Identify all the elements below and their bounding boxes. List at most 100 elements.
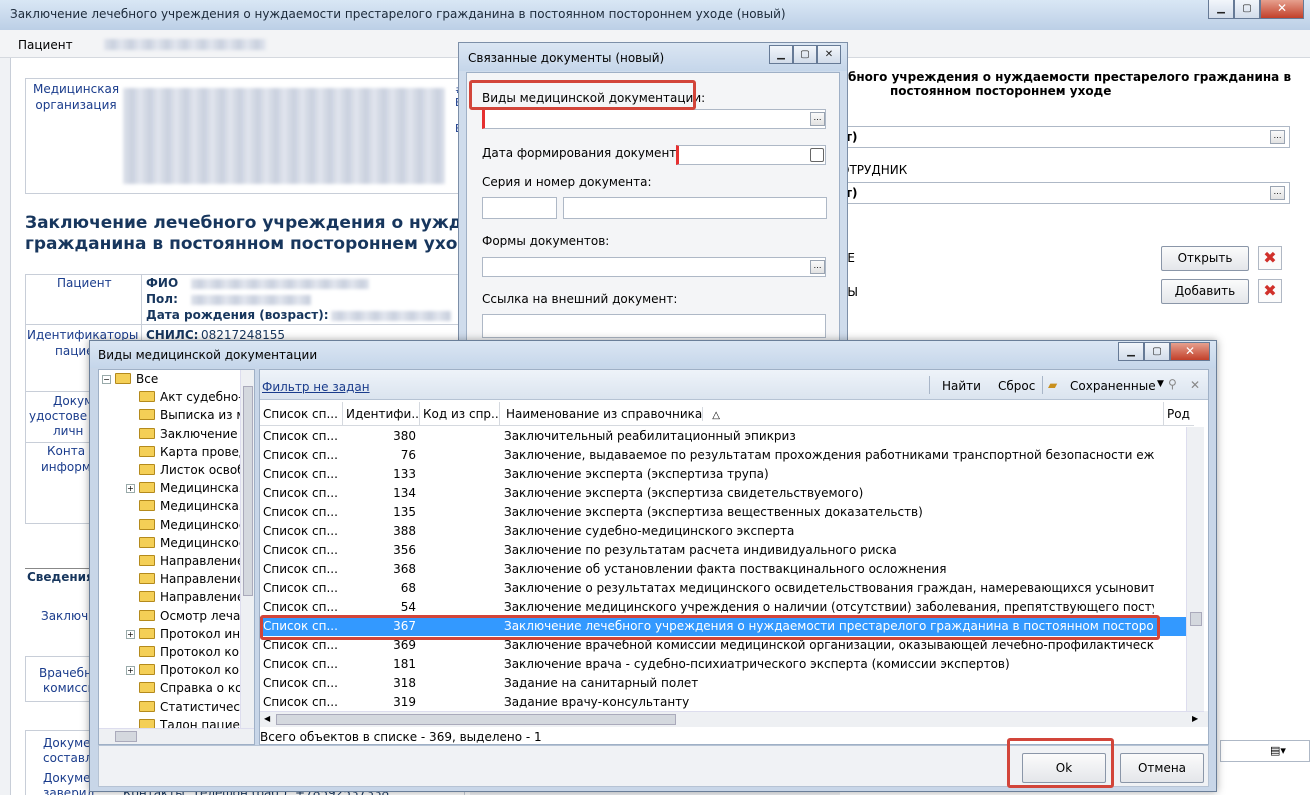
- kinds-minimize-button[interactable]: ▁: [1118, 342, 1144, 361]
- tree-item[interactable]: Выписка из ме: [102, 408, 242, 426]
- maximize-button[interactable]: ▢: [1234, 0, 1260, 19]
- table-row[interactable]: Список сп... 368 Заключение об установлени…: [260, 560, 1186, 579]
- close-filter-icon[interactable]: ✕: [1190, 378, 1200, 392]
- tree-item[interactable]: Заключение с: [102, 427, 242, 445]
- col-header-kind[interactable]: Род: [1164, 402, 1204, 426]
- tree-item-all[interactable]: − Все: [102, 372, 158, 390]
- right-bottom-field[interactable]: [1220, 740, 1310, 762]
- tree-item[interactable]: Талон пациен: [102, 718, 242, 728]
- tree-item-label: Акт судебно-м: [160, 390, 242, 405]
- table-row[interactable]: Список сп... 319 Задание врачу-консультант…: [260, 693, 1186, 711]
- hscroll-right-icon[interactable]: ▶: [1192, 714, 1198, 723]
- date-field[interactable]: [676, 145, 826, 165]
- number-field[interactable]: [563, 197, 827, 219]
- tree-item[interactable]: Медицинское: [102, 518, 242, 536]
- table-row[interactable]: Список сп... 133 Заключение эксперта (эксп…: [260, 465, 1186, 484]
- right-panel-title: бного учреждения о нуждаемости престарел…: [848, 70, 1291, 98]
- kinds-lookup-button[interactable]: …: [810, 112, 825, 126]
- table-row[interactable]: Список сп... 68 Заключение о результатах м…: [260, 579, 1186, 598]
- tree-item[interactable]: Акт судебно-м: [102, 390, 242, 408]
- tree-item[interactable]: + Протокол инс: [102, 627, 242, 645]
- tree-hscroll[interactable]: [99, 728, 254, 744]
- hscroll-left-icon[interactable]: ◀: [264, 714, 270, 723]
- grid-vscroll[interactable]: [1186, 427, 1204, 711]
- table-row[interactable]: Список сп... 76 Заключение, выдаваемое по …: [260, 446, 1186, 465]
- kinds-dialog-title: Виды медицинской документации: [98, 348, 318, 362]
- expand-icon[interactable]: +: [126, 629, 135, 639]
- folder-icon: [139, 609, 155, 621]
- expand-icon[interactable]: +: [126, 666, 135, 676]
- tree-item[interactable]: Направление: [102, 572, 242, 590]
- table-row[interactable]: Список сп... 380 Заключительный реабилитац…: [260, 427, 1186, 446]
- tree-vscroll[interactable]: [240, 370, 254, 728]
- pin-icon[interactable]: ⚲: [1168, 377, 1177, 391]
- tree-item[interactable]: Статистическа: [102, 700, 242, 718]
- tree-item[interactable]: Осмотр лечаш: [102, 609, 242, 627]
- tree-item[interactable]: + Протокол кон: [102, 663, 242, 681]
- add-button[interactable]: Добавить: [1161, 279, 1249, 304]
- list-icon[interactable]: ▤▾: [1270, 744, 1286, 757]
- find-button[interactable]: Найти: [942, 379, 981, 393]
- delete-icon-1[interactable]: ✖: [1258, 246, 1282, 270]
- table-row[interactable]: Список сп... 135 Заключение эксперта (эксп…: [260, 503, 1186, 522]
- table-row[interactable]: Список сп... 318 Задание на санитарный пол…: [260, 674, 1186, 693]
- saved-dropdown-icon[interactable]: ▼: [1157, 379, 1164, 389]
- kinds-close-button[interactable]: ✕: [1170, 342, 1210, 361]
- filter-link[interactable]: Фильтр не задан: [262, 380, 370, 394]
- tree-item[interactable]: Карта проведе: [102, 445, 242, 463]
- folder-icon: [139, 664, 155, 676]
- right-field-1[interactable]: т): [840, 126, 1290, 148]
- table-row[interactable]: Список сп... 388 Заключение судебно-медици…: [260, 522, 1186, 541]
- tree-item[interactable]: Медицинская: [102, 499, 242, 517]
- tree-item[interactable]: + Медицинская: [102, 481, 242, 499]
- tree-hscroll-thumb[interactable]: [115, 731, 137, 742]
- grid-vscroll-thumb[interactable]: [1190, 612, 1202, 626]
- right-field-1-lookup[interactable]: …: [1270, 130, 1285, 144]
- expand-icon[interactable]: +: [126, 484, 135, 494]
- right-panel-title-line-2: постоянном постороннем уходе: [890, 84, 1112, 98]
- right-field-2-lookup[interactable]: …: [1270, 186, 1285, 200]
- grid-resize-corner: [1204, 711, 1208, 727]
- date-checkbox[interactable]: [810, 148, 824, 162]
- delete-icon-2[interactable]: ✖: [1258, 279, 1282, 303]
- table-row[interactable]: Список сп... 356 Заключение по результатам…: [260, 541, 1186, 560]
- related-docs-body: Виды медицинской документации: … Дата фо…: [466, 72, 840, 362]
- related-close-button[interactable]: ✕: [817, 45, 841, 64]
- grid-panel: Фильтр не задан Найти Сброс ▰ Сохраненны…: [259, 369, 1209, 745]
- tree-item-label: Выписка из ме: [160, 408, 242, 423]
- reset-button[interactable]: Сброс: [998, 379, 1035, 393]
- kinds-maximize-button[interactable]: ▢: [1144, 342, 1170, 361]
- kinds-field[interactable]: [482, 109, 826, 129]
- cancel-button[interactable]: Отмена: [1120, 753, 1204, 783]
- tree-item[interactable]: Справка о кол: [102, 681, 242, 699]
- tree-item[interactable]: Листок освобо: [102, 463, 242, 481]
- related-minimize-button[interactable]: ▁: [769, 45, 793, 64]
- tree-item[interactable]: Направление: [102, 554, 242, 572]
- forms-field[interactable]: [482, 257, 826, 277]
- tree-item[interactable]: Направление: [102, 590, 242, 608]
- grid-hscroll[interactable]: ◀ ▶: [260, 711, 1204, 727]
- table-row[interactable]: Список сп... 181 Заключение врача - судебн…: [260, 655, 1186, 674]
- grid-hscroll-thumb[interactable]: [276, 714, 676, 725]
- cell-id: 181: [393, 657, 416, 671]
- patient-label: Пациент: [57, 276, 112, 290]
- col-header-code[interactable]: Код из спр...: [420, 402, 500, 426]
- series-field[interactable]: [482, 197, 557, 219]
- right-panel-title-line-1: бного учреждения о нуждаемости престарел…: [848, 70, 1292, 84]
- minimize-button[interactable]: ▁: [1208, 0, 1234, 19]
- tree-item[interactable]: Медицинское: [102, 536, 242, 554]
- close-button[interactable]: ✕: [1260, 0, 1304, 19]
- forms-lookup-button[interactable]: …: [810, 260, 825, 274]
- right-field-2[interactable]: т): [840, 182, 1290, 204]
- tree-vscroll-thumb[interactable]: [243, 386, 253, 596]
- related-maximize-button[interactable]: ▢: [793, 45, 817, 64]
- col-header-name[interactable]: Наименование из справочника △: [500, 402, 1164, 426]
- table-row[interactable]: Список сп... 134 Заключение эксперта (эксп…: [260, 484, 1186, 503]
- saved-button[interactable]: Сохраненные: [1070, 379, 1156, 393]
- link-field[interactable]: [482, 314, 826, 338]
- collapse-icon[interactable]: −: [102, 375, 111, 384]
- open-button[interactable]: Открыть: [1161, 246, 1249, 271]
- col-header-list[interactable]: Список сп...: [260, 402, 343, 426]
- col-header-id[interactable]: Идентифи...: [343, 402, 420, 426]
- tree-item[interactable]: Протокол кон: [102, 645, 242, 663]
